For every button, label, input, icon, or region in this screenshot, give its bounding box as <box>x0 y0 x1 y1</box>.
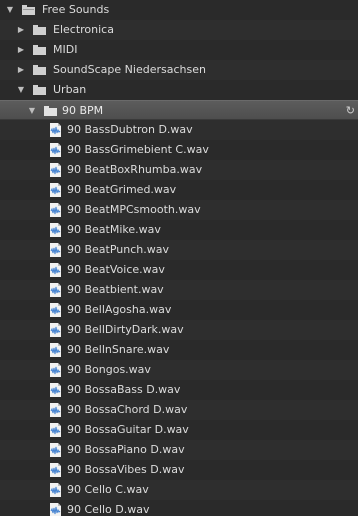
file-item[interactable]: 90 BeatGrimed.wav <box>0 180 358 200</box>
expand-arrow-icon[interactable]: ▼ <box>5 0 15 20</box>
file-item-label: 90 Cello D.wav <box>67 503 150 516</box>
file-item[interactable]: 90 BeatMPCsmooth.wav <box>0 200 358 220</box>
tree-item-label: Electronica <box>53 23 114 36</box>
audio-file-icon <box>50 283 61 297</box>
tree-item-label: SoundScape Niedersachsen <box>53 63 206 76</box>
file-item-label: 90 BeatMPCsmooth.wav <box>67 203 201 216</box>
file-item-label: 90 Bongos.wav <box>67 363 151 376</box>
refresh-icon[interactable]: ↻ <box>346 101 355 121</box>
file-item-label: 90 BossaPiano D.wav <box>67 443 185 456</box>
audio-file-icon <box>50 503 61 516</box>
file-item-label: 90 BeatVoice.wav <box>67 263 165 276</box>
file-item[interactable]: 90 BellnSnare.wav <box>0 340 358 360</box>
tree-item-label: 90 BPM <box>62 104 104 117</box>
collapse-arrow-icon[interactable]: ▶ <box>16 40 26 60</box>
file-item[interactable]: 90 BossaPiano D.wav <box>0 440 358 460</box>
audio-file-icon <box>50 383 61 397</box>
file-item-label: 90 BeatBoxRhumba.wav <box>67 163 203 176</box>
file-item-label: 90 BossaGuitar D.wav <box>67 423 189 436</box>
file-item[interactable]: 90 BossaChord D.wav <box>0 400 358 420</box>
file-item[interactable]: 90 BellAgosha.wav <box>0 300 358 320</box>
tree-item-electronica[interactable]: ▶ Electronica <box>0 20 358 40</box>
file-item[interactable]: 90 BeatBoxRhumba.wav <box>0 160 358 180</box>
file-item[interactable]: 90 BossaGuitar D.wav <box>0 420 358 440</box>
file-item[interactable]: 90 BeatVoice.wav <box>0 260 358 280</box>
file-item-label: 90 BeatMike.wav <box>67 223 161 236</box>
audio-file-icon <box>50 323 61 337</box>
file-item-label: 90 BossaChord D.wav <box>67 403 188 416</box>
tree-item-soundscape-niedersachsen[interactable]: ▶ SoundScape Niedersachsen <box>0 60 358 80</box>
file-item[interactable]: 90 Bongos.wav <box>0 360 358 380</box>
audio-file-icon <box>50 403 61 417</box>
expand-arrow-icon[interactable]: ▼ <box>16 80 26 100</box>
collapse-arrow-icon[interactable]: ▶ <box>16 20 26 40</box>
file-item[interactable]: 90 BossaBass D.wav <box>0 380 358 400</box>
expand-arrow-icon[interactable]: ▼ <box>27 101 37 121</box>
file-item[interactable]: 90 Cello C.wav <box>0 480 358 500</box>
tree-item-label: Urban <box>53 83 87 96</box>
folder-icon <box>22 5 35 15</box>
file-item[interactable]: 90 BellDirtyDark.wav <box>0 320 358 340</box>
file-item-label: 90 BossaVibes D.wav <box>67 463 185 476</box>
audio-file-icon <box>50 143 61 157</box>
file-item-label: 90 BassGrimebient C.wav <box>67 143 209 156</box>
file-item-label: 90 Cello C.wav <box>67 483 149 496</box>
file-item-label: 90 BellAgosha.wav <box>67 303 172 316</box>
audio-file-icon <box>50 183 61 197</box>
tree-item-label: Free Sounds <box>42 3 110 16</box>
file-item-label: 90 BeatGrimed.wav <box>67 183 177 196</box>
folder-icon <box>33 85 46 95</box>
file-item-label: 90 BellDirtyDark.wav <box>67 323 184 336</box>
file-item-label: 90 BossaBass D.wav <box>67 383 181 396</box>
file-item[interactable]: 90 BassGrimebient C.wav <box>0 140 358 160</box>
audio-file-icon <box>50 483 61 497</box>
audio-file-icon <box>50 363 61 377</box>
audio-file-icon <box>50 303 61 317</box>
file-item[interactable]: 90 BeatPunch.wav <box>0 240 358 260</box>
audio-file-icon <box>50 203 61 217</box>
audio-file-icon <box>50 223 61 237</box>
audio-file-icon <box>50 123 61 137</box>
audio-file-icon <box>50 443 61 457</box>
file-list: 90 BassDubtron D.wav 90 BassGrimebient C.… <box>0 120 358 516</box>
collapse-arrow-icon[interactable]: ▶ <box>16 60 26 80</box>
audio-file-icon <box>50 343 61 357</box>
file-item[interactable]: 90 Cello D.wav <box>0 500 358 516</box>
audio-file-icon <box>50 163 61 177</box>
file-item-label: 90 Beatbient.wav <box>67 283 164 296</box>
tree-item-free-sounds[interactable]: ▼ Free Sounds <box>0 0 358 20</box>
folder-icon <box>33 45 46 55</box>
file-item[interactable]: 90 Beatbient.wav <box>0 280 358 300</box>
audio-file-icon <box>50 263 61 277</box>
file-browser: ▼ Free Sounds ▶ Electronica ▶ MIDI ▶ Sou… <box>0 0 358 516</box>
tree-item-urban[interactable]: ▼ Urban <box>0 80 358 100</box>
audio-file-icon <box>50 463 61 477</box>
folder-icon <box>33 65 46 75</box>
folder-icon <box>44 106 57 116</box>
audio-file-icon <box>50 423 61 437</box>
file-item-label: 90 BassDubtron D.wav <box>67 123 193 136</box>
file-item[interactable]: 90 BassDubtron D.wav <box>0 120 358 140</box>
file-item-label: 90 BeatPunch.wav <box>67 243 170 256</box>
audio-file-icon <box>50 243 61 257</box>
file-item[interactable]: 90 BossaVibes D.wav <box>0 460 358 480</box>
tree-item-90-bpm[interactable]: ▼ 90 BPM ↻ <box>0 100 358 120</box>
file-item[interactable]: 90 BeatMike.wav <box>0 220 358 240</box>
folder-icon <box>33 25 46 35</box>
tree-item-midi[interactable]: ▶ MIDI <box>0 40 358 60</box>
tree-item-label: MIDI <box>53 43 78 56</box>
file-item-label: 90 BellnSnare.wav <box>67 343 170 356</box>
